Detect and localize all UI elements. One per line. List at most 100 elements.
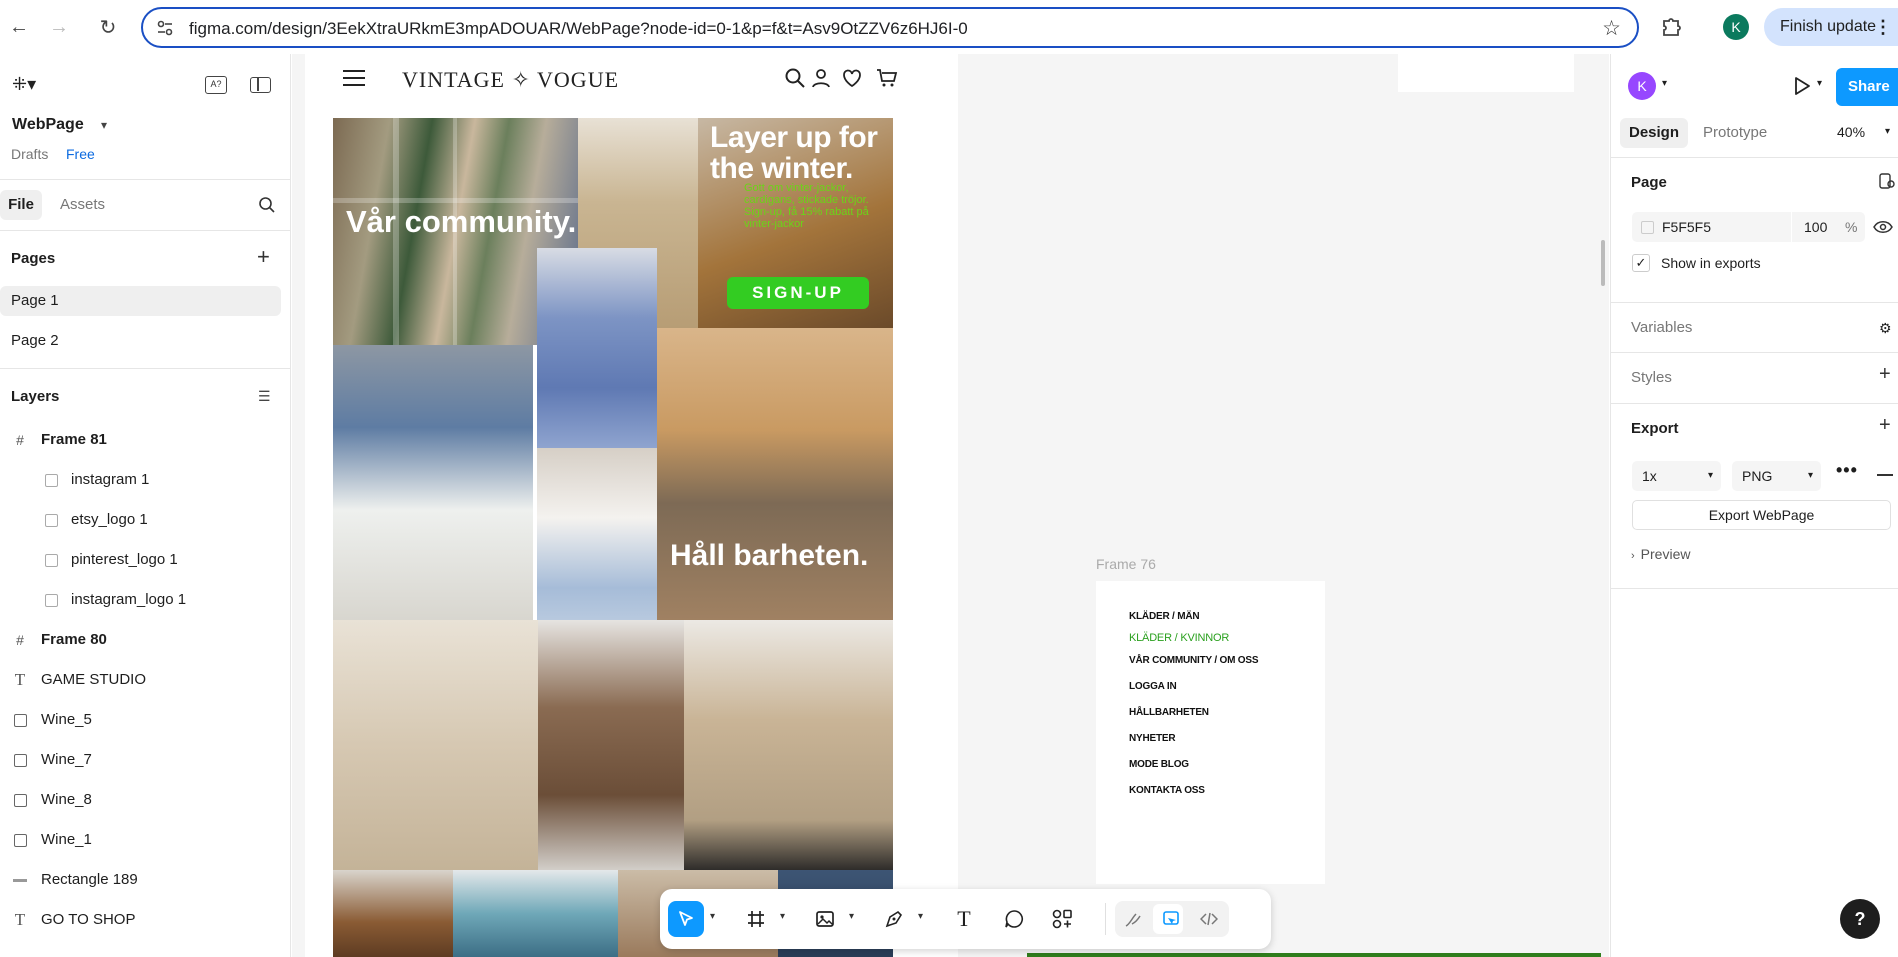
layer-row[interactable]: T GAME STUDIO [0, 664, 290, 696]
address-bar[interactable]: figma.com/design/3EekXtraURkmE3mpADOUAR/… [141, 7, 1639, 48]
photo-white-top[interactable] [537, 448, 657, 648]
menu-item[interactable]: KLÄDER / MÄN [1129, 611, 1200, 622]
share-button[interactable]: Share [1836, 68, 1898, 106]
eye-icon[interactable] [1873, 219, 1893, 235]
layers-options-icon[interactable]: ☰ [258, 388, 271, 405]
webpage-frame[interactable]: VINTAGE ✧ VOGUE Vår community. Layer up … [305, 54, 958, 957]
signup-button[interactable]: SIGN-UP [727, 277, 869, 309]
export-format-select[interactable]: PNG ▾ [1732, 461, 1821, 491]
preview-toggle[interactable]: › Preview [1631, 546, 1690, 562]
add-style-icon[interactable]: + [1879, 363, 1891, 386]
layer-row[interactable]: pinterest_logo 1 [0, 544, 290, 576]
dev-mode-icon[interactable] [1191, 901, 1227, 937]
pen-tool-icon[interactable] [876, 901, 912, 937]
chevron-down-icon[interactable]: ▾ [849, 911, 854, 922]
bookmark-star-icon[interactable]: ☆ [1602, 16, 1621, 41]
menu-item[interactable]: KONTAKTA OSS [1129, 785, 1205, 796]
file-name[interactable]: WebPage [12, 116, 84, 134]
layer-row[interactable]: Wine_8 [0, 784, 290, 816]
comment-tool-icon[interactable] [996, 901, 1032, 937]
frame-76-menu[interactable]: KLÄDER / MÄN KLÄDER / KVINNOR VÅR COMMUN… [1096, 581, 1325, 884]
search-icon[interactable] [783, 66, 807, 90]
canvas-green-element[interactable] [1027, 953, 1601, 957]
tab-design[interactable]: Design [1620, 118, 1688, 148]
more-options-icon[interactable]: ••• [1836, 460, 1858, 481]
user-icon[interactable] [809, 66, 833, 90]
design-mode-icon[interactable] [1153, 901, 1189, 937]
photo-trench-coat[interactable] [684, 620, 893, 870]
menu-item[interactable]: LOGGA IN [1129, 681, 1177, 692]
photo-knit-sweater[interactable]: Håll barheten. [657, 328, 893, 620]
chevron-down-icon[interactable]: ▾ [918, 911, 923, 922]
chevron-down-icon[interactable]: ▾ [1885, 126, 1890, 137]
page-item[interactable]: Page 1 [0, 286, 281, 316]
layer-row[interactable]: instagram 1 [0, 464, 290, 496]
hamburger-menu-icon[interactable] [343, 70, 365, 88]
plan-badge[interactable]: Free [66, 146, 95, 162]
tab-assets[interactable]: Assets [60, 196, 105, 213]
tab-file[interactable]: File [0, 190, 42, 220]
menu-item[interactable]: HÅLLBARHETEN [1129, 707, 1209, 718]
file-location[interactable]: Drafts [11, 146, 48, 162]
remove-export-icon[interactable] [1877, 474, 1893, 476]
help-button[interactable]: ? [1840, 899, 1880, 939]
layer-row[interactable]: # Frame 80 [0, 624, 290, 656]
search-icon[interactable] [258, 196, 276, 214]
add-export-icon[interactable]: + [1879, 414, 1891, 437]
cart-icon[interactable] [875, 66, 899, 90]
finish-update-button[interactable]: Finish update ⋮ [1764, 8, 1898, 46]
ai-tools-icon[interactable]: A? [205, 76, 227, 94]
more-vert-icon[interactable]: ⋮ [1874, 8, 1892, 46]
chevron-down-icon[interactable]: ▾ [710, 911, 715, 922]
page-item[interactable]: Page 2 [0, 326, 281, 356]
tab-prototype[interactable]: Prototype [1703, 124, 1767, 141]
chevron-down-icon[interactable]: ▾ [101, 118, 107, 132]
photo-denim-jacket[interactable] [333, 345, 533, 620]
layer-row[interactable]: # Frame 81 [0, 424, 290, 456]
chevron-down-icon[interactable]: ▾ [1662, 78, 1667, 89]
layer-row[interactable]: Wine_1 [0, 824, 290, 856]
design-canvas[interactable]: VINTAGE ✧ VOGUE Vår community. Layer up … [292, 54, 1609, 957]
layer-row[interactable]: Wine_7 [0, 744, 290, 776]
forward-icon[interactable]: → [44, 12, 74, 42]
extensions-icon[interactable] [1656, 12, 1686, 42]
menu-item[interactable]: NYHETER [1129, 733, 1176, 744]
figma-menu-icon[interactable]: ⁜▾ [12, 74, 36, 95]
user-avatar[interactable]: K [1628, 72, 1656, 100]
photo-boots[interactable] [333, 870, 453, 957]
color-hex-value[interactable]: F5F5F5 [1662, 219, 1711, 235]
menu-item[interactable]: MODE BLOG [1129, 759, 1189, 770]
heart-icon[interactable] [840, 66, 864, 90]
actions-tool-icon[interactable] [1044, 901, 1080, 937]
variables-icon[interactable]: ⚙ [1879, 320, 1892, 337]
add-page-icon[interactable]: + [257, 244, 270, 270]
browser-profile-avatar[interactable]: K [1723, 14, 1749, 40]
show-in-exports-checkbox[interactable]: ✓ [1632, 254, 1650, 272]
photo-fair-isle-knit[interactable] [453, 870, 618, 957]
page-settings-icon[interactable] [1879, 173, 1895, 189]
export-button[interactable]: Export WebPage [1632, 500, 1891, 530]
text-tool-icon[interactable]: T [946, 901, 982, 937]
url-text[interactable]: figma.com/design/3EekXtraURkmE3mpADOUAR/… [189, 19, 968, 39]
back-icon[interactable]: ← [4, 12, 34, 42]
canvas-rectangle[interactable] [1398, 54, 1574, 92]
export-scale-select[interactable]: 1x ▾ [1632, 461, 1721, 491]
frame-label[interactable]: Frame 76 [1096, 556, 1156, 572]
site-settings-icon[interactable] [156, 19, 174, 37]
present-play-icon[interactable] [1789, 74, 1813, 98]
toggle-sidebar-icon[interactable] [250, 77, 271, 93]
chevron-down-icon[interactable]: ▾ [1817, 78, 1822, 89]
image-tool-icon[interactable] [807, 901, 843, 937]
layer-row[interactable]: T GO TO SHOP [0, 904, 290, 936]
photo-blue-dress[interactable] [537, 248, 657, 448]
frame-tool-icon[interactable] [738, 901, 774, 937]
styles-section-title[interactable]: Styles [1631, 369, 1672, 386]
layer-row[interactable]: etsy_logo 1 [0, 504, 290, 536]
zoom-level[interactable]: 40% [1837, 124, 1865, 140]
background-color-field[interactable]: F5F5F5 100 % [1632, 212, 1865, 242]
draw-mode-icon[interactable] [1115, 901, 1151, 937]
variables-section-title[interactable]: Variables [1631, 319, 1692, 336]
move-tool-icon[interactable] [668, 901, 704, 937]
menu-item[interactable]: VÅR COMMUNITY / OM OSS [1129, 655, 1259, 666]
chevron-down-icon[interactable]: ▾ [780, 911, 785, 922]
